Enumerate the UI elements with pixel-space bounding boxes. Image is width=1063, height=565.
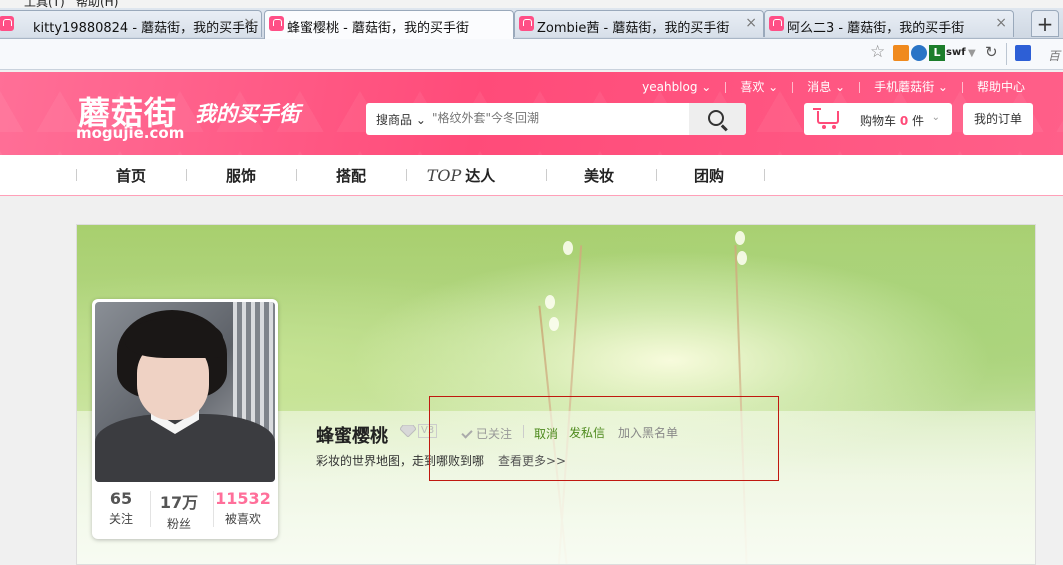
cart-label-suffix: 件 <box>912 114 925 128</box>
search-type-select[interactable]: 搜商品 ⌄ <box>376 111 426 128</box>
nav-item-makeup[interactable]: 美妆 <box>544 155 654 195</box>
nav-item-top-experts[interactable]: TOP 达人 <box>406 155 516 195</box>
nav-item-home[interactable]: 首页 <box>76 155 186 195</box>
mogujie-favicon-icon <box>0 16 14 31</box>
profile-card: 65 关注 17万 粉丝 11532 被喜欢 蜂蜜樱桃 V3 已关注 取消 发私… <box>76 224 1036 565</box>
topnav-mobile[interactable]: 手机蘑菇街 ⌄ <box>860 78 962 95</box>
browser-tab-active[interactable]: 蜂蜜樱桃 - 蘑菇街，我的买手街 <box>264 10 514 39</box>
menu-help[interactable]: 帮助(H) <box>76 0 118 8</box>
signal-extension-icon[interactable] <box>911 45 927 61</box>
annotation-highlight-box <box>429 396 779 481</box>
avatar-card: 65 关注 17万 粉丝 11532 被喜欢 <box>92 299 278 539</box>
tab-close-icon[interactable]: × <box>995 15 1007 31</box>
topnav-help[interactable]: 帮助中心 <box>963 78 1039 95</box>
topnav-user[interactable]: yeahblog ⌄ <box>628 80 725 94</box>
nav-item-match[interactable]: 搭配 <box>296 155 406 195</box>
l-extension-icon[interactable]: L <box>929 45 945 61</box>
tab-title: 蜂蜜樱桃 - 蘑菇街，我的买手街 <box>287 21 469 36</box>
new-tab-button[interactable]: + <box>1031 10 1059 37</box>
cart-icon-wheel <box>822 125 826 129</box>
grass-seed <box>737 251 747 265</box>
site-header: 蘑菇街 mogujie.com 我的买手街 yeahblog ⌄ 喜欢 ⌄ 消息 ⌄… <box>0 72 1063 155</box>
tab-close-icon[interactable]: × <box>745 15 757 31</box>
cart-label: 购物车 0 件 <box>860 112 924 129</box>
tab-close-icon[interactable]: × <box>243 15 255 31</box>
mogujie-favicon-icon <box>269 16 284 31</box>
profile-username: 蜂蜜樱桃 <box>316 426 388 447</box>
grass-seed <box>735 231 745 245</box>
stat-label: 被喜欢 <box>224 512 261 526</box>
search-icon <box>708 110 724 126</box>
menu-tools[interactable]: 工具(T) <box>24 0 65 8</box>
nav-item-clothing[interactable]: 服饰 <box>186 155 296 195</box>
nav-divider <box>764 169 765 181</box>
grass-seed <box>563 241 573 255</box>
stat-label: 关注 <box>108 512 133 526</box>
cart-label-prefix: 购物车 <box>860 114 897 128</box>
stat-liked[interactable]: 11532 被喜欢 <box>212 489 274 527</box>
top-logo: TOP <box>426 166 462 185</box>
browser-toolbar: ☆ L swf ▼ ↻ 百 <box>0 39 1063 70</box>
my-orders-button[interactable]: 我的订单 <box>963 103 1033 135</box>
site-slogan: 我的买手街 <box>195 101 300 126</box>
stat-label: 粉丝 <box>166 517 191 531</box>
stat-following[interactable]: 65 关注 <box>92 489 150 527</box>
baidu-search-engine-icon[interactable] <box>1015 45 1031 61</box>
stat-value: 65 <box>109 489 133 508</box>
swf-extension-icon[interactable]: swf <box>946 47 966 63</box>
nav-item-label: 达人 <box>465 167 496 185</box>
toolbar-divider <box>1006 43 1007 65</box>
grass-seed <box>545 295 555 309</box>
main-nav: 首页 服饰 搭配 TOP 达人 美妆 团购 <box>0 155 1063 196</box>
stat-value: 17万 <box>159 493 199 512</box>
tab-title: kitty19880824 - 蘑菇街，我的买手街 <box>33 21 259 36</box>
mogujie-favicon-icon <box>769 16 784 31</box>
site-logo-domain: mogujie.com <box>76 124 185 142</box>
cart-button[interactable]: 购物车 0 件 ⌄ <box>804 103 952 135</box>
cart-count: 0 <box>899 114 909 128</box>
browser-tab-bar: kitty19880824 - 蘑菇街，我的买手街 × 蜂蜜樱桃 - 蘑菇街，我… <box>0 8 1063 39</box>
avatar[interactable] <box>95 302 275 482</box>
avatar-bangs <box>125 318 223 358</box>
topnav-likes[interactable]: 喜欢 ⌄ <box>726 78 792 95</box>
search-box: 搜商品 ⌄ <box>366 103 746 135</box>
nav-item-group-buy[interactable]: 团购 <box>654 155 764 195</box>
cart-icon <box>813 108 839 124</box>
tab-title: Zombie茜 - 蘑菇街，我的买手街 <box>537 21 730 36</box>
top-nav: yeahblog ⌄ 喜欢 ⌄ 消息 ⌄ 手机蘑菇街 ⌄ 帮助中心 <box>628 78 1039 96</box>
stat-fans[interactable]: 17万 粉丝 <box>150 489 208 532</box>
refresh-icon[interactable]: ↻ <box>985 43 1001 61</box>
address-dropdown-icon[interactable]: ▼ <box>968 48 984 64</box>
bookmark-star-icon[interactable]: ☆ <box>870 42 886 62</box>
rss-extension-icon[interactable] <box>893 45 909 61</box>
search-input[interactable] <box>432 111 682 125</box>
search-engine-hint[interactable]: 百 <box>1048 47 1060 64</box>
cart-icon-wheel <box>832 125 836 129</box>
chevron-down-icon: ⌄ <box>931 112 940 123</box>
browser-tab[interactable]: 阿么二3 - 蘑菇街，我的买手街 × <box>764 10 1014 37</box>
search-button[interactable] <box>689 103 746 135</box>
diamond-icon <box>400 425 416 437</box>
grass-seed <box>549 317 559 331</box>
tab-title: 阿么二3 - 蘑菇街，我的买手街 <box>787 21 965 36</box>
search-icon-handle <box>721 124 728 132</box>
stat-value: 11532 <box>215 489 271 508</box>
mogujie-favicon-icon <box>519 16 534 31</box>
browser-tab[interactable]: Zombie茜 - 蘑菇街，我的买手街 × <box>514 10 764 37</box>
topnav-messages[interactable]: 消息 ⌄ <box>793 78 859 95</box>
browser-tab[interactable]: kitty19880824 - 蘑菇街，我的买手街 × <box>0 10 262 37</box>
browser-menu-strip: 工具(T) 帮助(H) <box>0 0 1063 8</box>
